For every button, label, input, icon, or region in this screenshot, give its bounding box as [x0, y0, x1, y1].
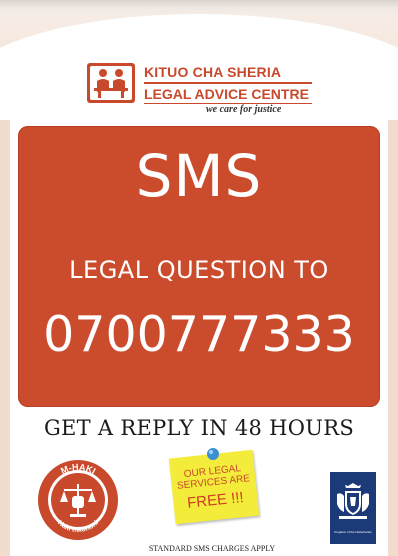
crest-caption: Kingdom of the Netherlands: [334, 530, 372, 534]
sms-headline: SMS: [135, 142, 263, 210]
pushpin-icon: [206, 446, 220, 460]
poster: KITUO CHA SHERIA LEGAL ADVICE CENTRE we …: [0, 0, 398, 556]
sms-charges-note: STANDARD SMS CHARGES APPLY: [148, 544, 276, 553]
right-border: [388, 120, 398, 556]
sms-panel: SMS LEGAL QUESTION TO 0700777333: [18, 126, 380, 407]
netherlands-coat-of-arms-icon: [337, 483, 369, 519]
m-haki-badge: M-HAKI Haki mkononi: [36, 458, 120, 542]
scales-fist-icon: M-HAKI Haki mkononi: [38, 460, 118, 540]
netherlands-crest: Kingdom of the Netherlands: [330, 472, 376, 544]
people-at-table-icon: [86, 62, 136, 104]
left-border: [0, 120, 10, 556]
free-services-note: OUR LEGAL SERVICES ARE FREE !!!: [168, 446, 260, 526]
logo-tagline: we care for justice: [206, 104, 282, 115]
kituo-logo: KITUO CHA SHERIA LEGAL ADVICE CENTRE we …: [86, 62, 316, 118]
note-free: FREE !!!: [186, 489, 245, 512]
phone-number: 0700777333: [43, 306, 355, 363]
note-text: OUR LEGAL SERVICES ARE: [176, 463, 251, 492]
reply-text: GET A REPLY IN 48 HOURS: [43, 416, 355, 440]
logo-subtitle: LEGAL ADVICE CENTRE: [144, 86, 309, 102]
legal-question-text: LEGAL QUESTION TO: [69, 256, 329, 284]
logo-divider: [144, 82, 312, 84]
logo-title: KITUO CHA SHERIA: [144, 64, 282, 80]
